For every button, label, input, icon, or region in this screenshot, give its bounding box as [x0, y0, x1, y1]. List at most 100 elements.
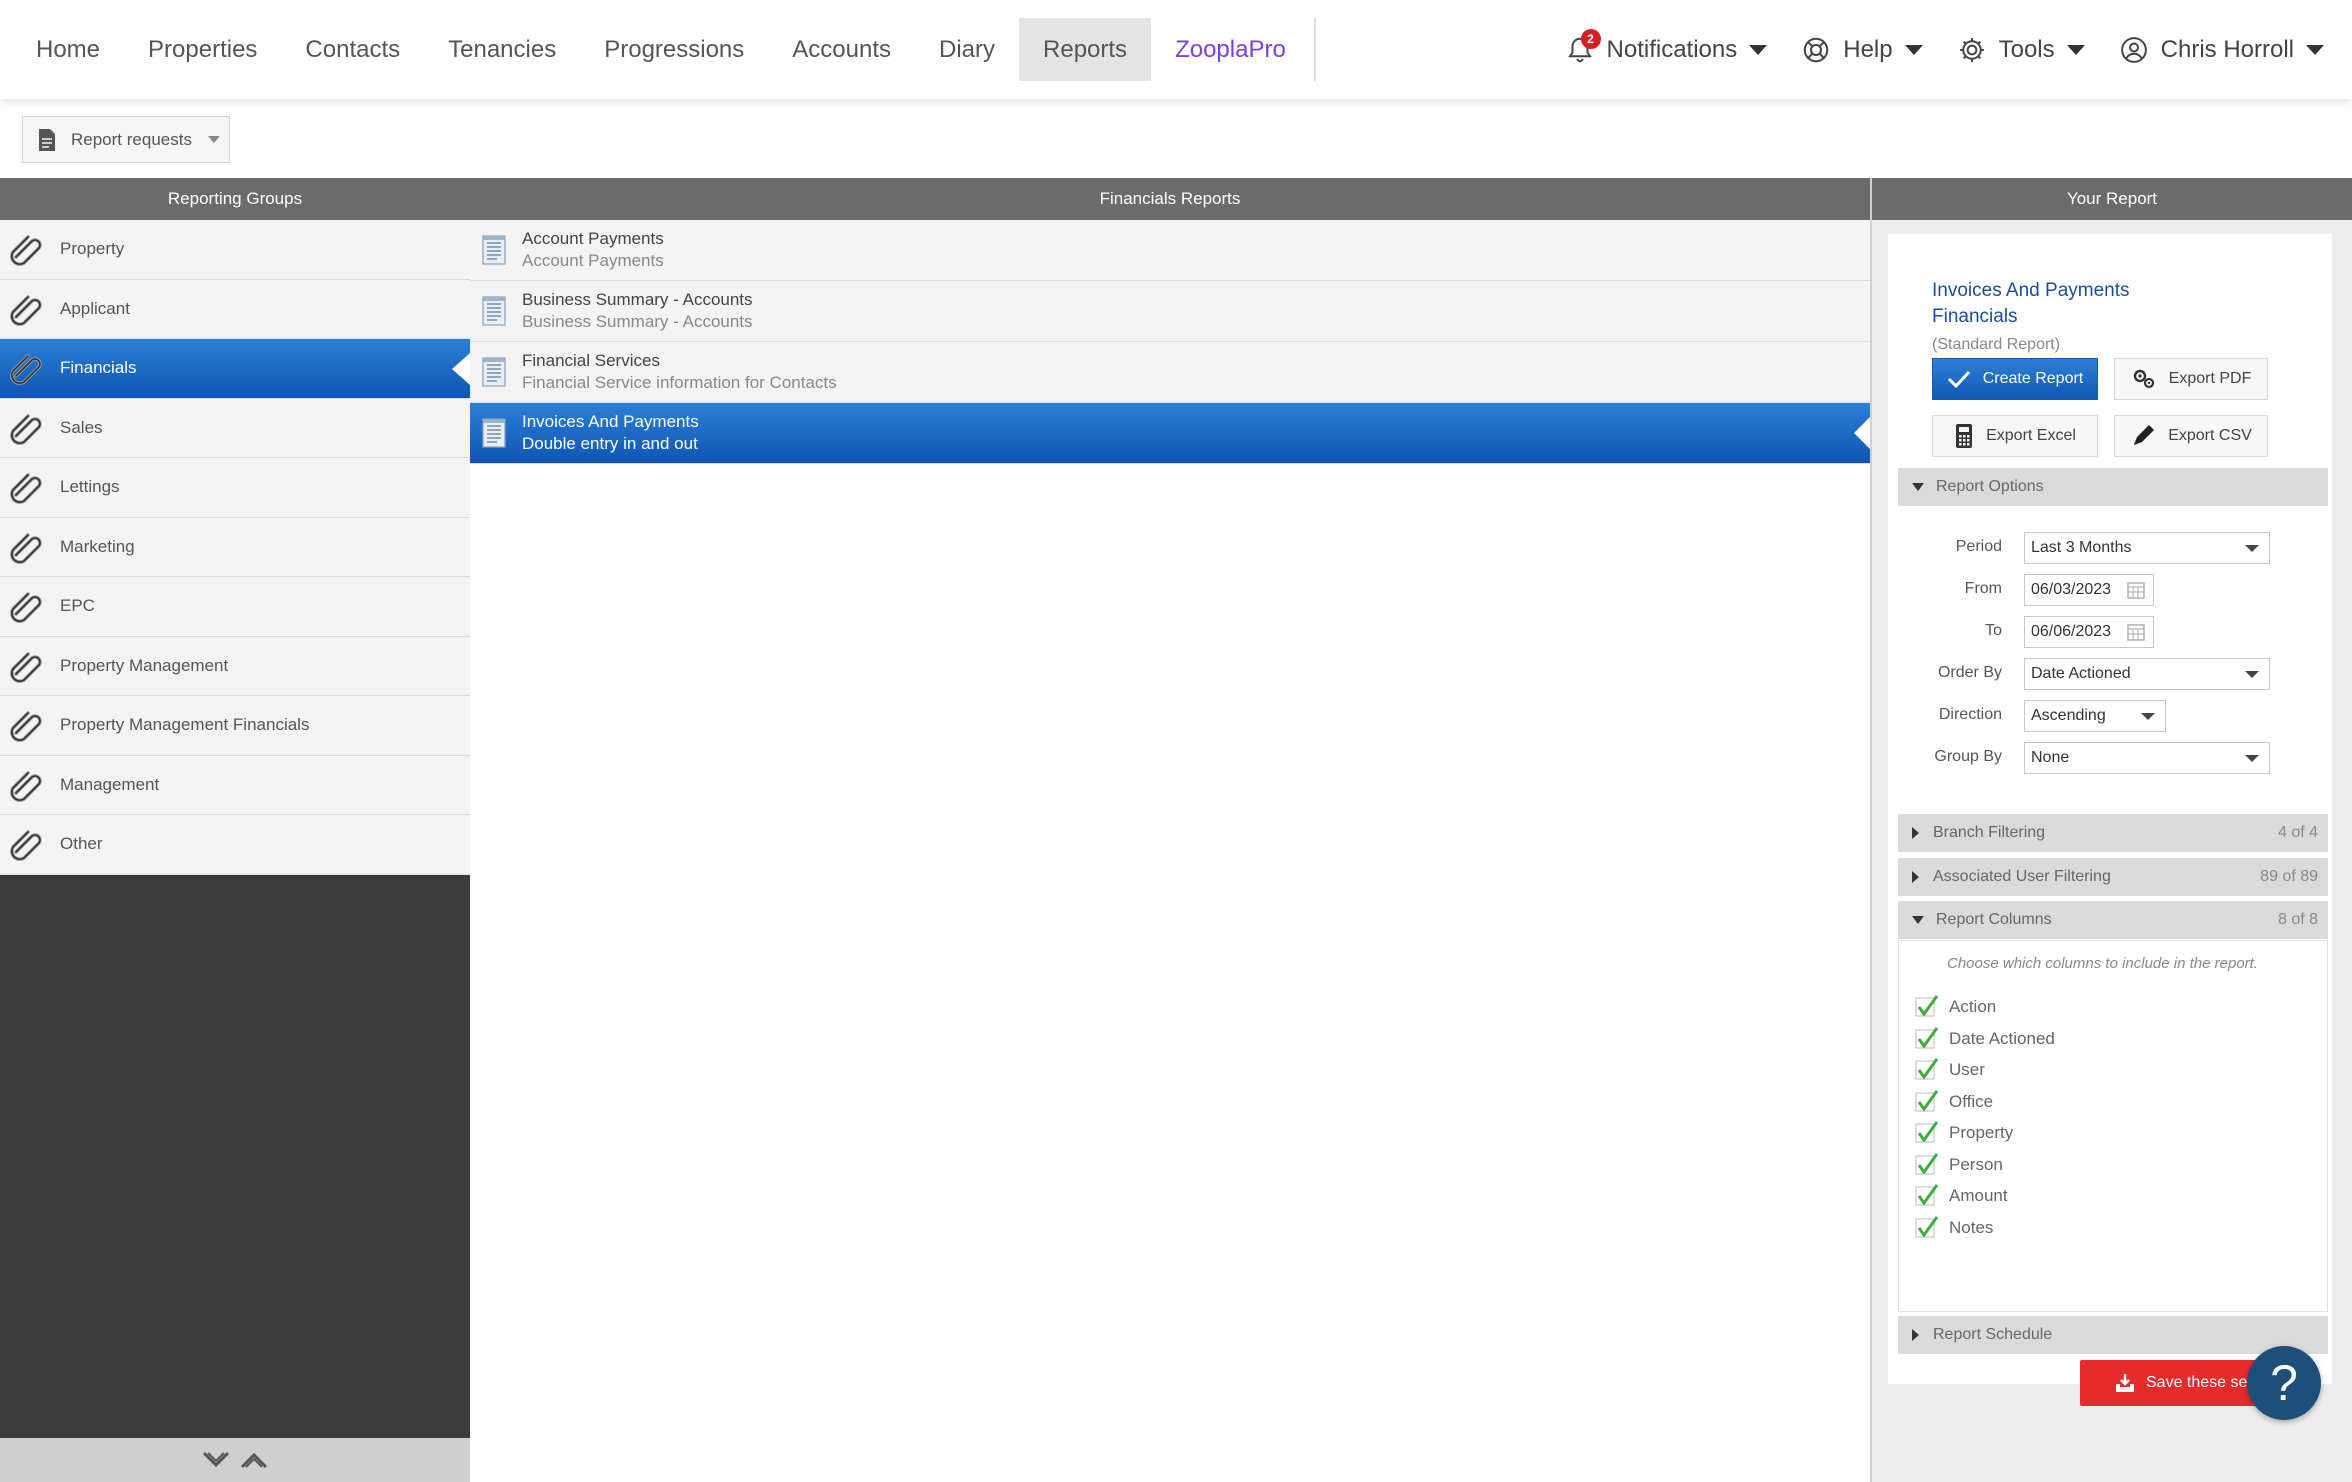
export-csv-button[interactable]: Export CSV [2114, 415, 2268, 457]
from-date-input[interactable]: 06/03/2023 [2024, 574, 2154, 606]
tools-label: Tools [1998, 35, 2055, 63]
report-requests-label: Report requests [71, 129, 192, 149]
group-item-epc[interactable]: EPC [0, 577, 470, 637]
chevron-down-icon [2245, 544, 2259, 552]
paperclip-icon [10, 652, 42, 683]
nav-diary[interactable]: Diary [915, 18, 1019, 81]
group-item-financials[interactable]: Financials [0, 339, 470, 399]
column-checkbox-notes[interactable]: Notes [1915, 1215, 1993, 1240]
nav-home[interactable]: Home [12, 18, 124, 81]
group-item-property[interactable]: Property [0, 220, 470, 280]
nav-contacts[interactable]: Contacts [281, 18, 424, 81]
report-document-icon [482, 235, 506, 265]
notifications-menu[interactable]: 2 Notifications [1565, 28, 1768, 65]
caret-down-icon [1912, 483, 1924, 491]
direction-select[interactable]: Ascending [2024, 700, 2166, 732]
column-checkbox-person[interactable]: Person [1915, 1152, 2003, 1177]
checkbox-checked-icon [1915, 1152, 1939, 1175]
report-item-account-payments[interactable]: Account Payments Account Payments [470, 220, 1870, 281]
nav-reports[interactable]: Reports [1019, 18, 1152, 81]
paperclip-icon [10, 533, 42, 564]
your-report-header: Your Report [1870, 178, 2352, 220]
reports-list: Account Payments Account Payments Business… [470, 220, 1870, 464]
checkmark-icon [1947, 370, 1970, 389]
checkbox-checked-icon [1915, 1089, 1939, 1112]
paperclip-icon [10, 354, 42, 386]
group-label: Management [60, 774, 160, 794]
report-item-text: Business Summary - Accounts Business Summ… [522, 289, 753, 333]
report-schedule-label: Report Schedule [1933, 1326, 2053, 1343]
caret-right-icon [1912, 1329, 1919, 1341]
collapse-all-icon[interactable] [239, 1449, 269, 1471]
report-columns-list: Choose which columns to include in the r… [1898, 940, 2328, 1312]
from-date-value: 06/03/2023 [2031, 581, 2112, 598]
column-label: Office [1949, 1091, 1994, 1111]
tools-menu[interactable]: Tools [1957, 35, 2085, 65]
to-date-input[interactable]: 06/06/2023 [2024, 616, 2154, 648]
period-select[interactable]: Last 3 Months [2024, 532, 2270, 564]
group-item-management[interactable]: Management [0, 755, 470, 815]
report-item-financial-services[interactable]: Financial Services Financial Service info… [470, 342, 1870, 403]
report-schedule-section-toggle[interactable]: Report Schedule [1898, 1316, 2328, 1354]
column-label: Person [1949, 1154, 2003, 1174]
group-item-applicant[interactable]: Applicant [0, 279, 470, 339]
branch-filtering-count: 4 of 4 [2277, 824, 2318, 841]
report-item-text: Account Payments Account Payments [522, 228, 664, 272]
user-name: Chris Horroll [2160, 35, 2294, 63]
gears-icon [2133, 369, 2154, 389]
report-requests-dropdown[interactable]: Report requests [22, 116, 230, 163]
export-pdf-button[interactable]: Export PDF [2114, 358, 2268, 400]
create-report-button[interactable]: Create Report [1932, 358, 2098, 400]
report-options-section-toggle[interactable]: Report Options [1898, 468, 2328, 506]
report-columns-section-toggle[interactable]: Report Columns 8 of 8 [1898, 901, 2328, 939]
group-by-value: None [2031, 749, 2070, 766]
export-excel-label: Export Excel [1986, 427, 2076, 444]
column-label: User [1949, 1060, 1985, 1079]
create-report-label: Create Report [1982, 370, 2084, 387]
checkbox-checked-icon [1915, 1215, 1939, 1238]
column-label: Property [1949, 1123, 2014, 1142]
column-checkbox-amount[interactable]: Amount [1915, 1184, 2008, 1208]
reporting-groups-header: Reporting Groups [0, 178, 470, 220]
export-excel-button[interactable]: Export Excel [1932, 415, 2098, 457]
group-item-other[interactable]: Other [0, 815, 470, 875]
group-item-property-management[interactable]: Property Management [0, 636, 470, 696]
column-checkbox-date-actioned[interactable]: Date Actioned [1915, 1026, 2055, 1051]
user-filtering-label: Associated User Filtering [1933, 868, 2111, 885]
group-label: Marketing [60, 536, 135, 556]
paperclip-icon [10, 711, 42, 743]
column-checkbox-property[interactable]: Property [1915, 1121, 2013, 1145]
group-by-select[interactable]: None [2024, 742, 2270, 774]
calendar-icon[interactable] [2127, 581, 2145, 599]
order-by-select[interactable]: Date Actioned [2024, 658, 2270, 690]
group-item-marketing[interactable]: Marketing [0, 517, 470, 577]
report-item-title: Invoices And Payments [522, 412, 699, 431]
calendar-icon[interactable] [2127, 623, 2145, 641]
user-menu[interactable]: Chris Horroll [2119, 35, 2324, 65]
top-navigation: Home Properties Contacts Tenancies Progr… [0, 0, 2352, 99]
main-menu: Home Properties Contacts Tenancies Progr… [12, 18, 1316, 81]
group-item-property-management-financials[interactable]: Property Management Financials [0, 696, 470, 756]
report-item-invoices-and-payments[interactable]: Invoices And Payments Double entry in and… [470, 403, 1870, 464]
nav-tenancies[interactable]: Tenancies [424, 18, 580, 81]
column-checkbox-office[interactable]: Office [1915, 1089, 1994, 1114]
branch-filtering-section-toggle[interactable]: Branch Filtering 4 of 4 [1898, 814, 2328, 852]
help-fab-button[interactable]: ? [2247, 1346, 2321, 1420]
report-item-business-summary-accounts[interactable]: Business Summary - Accounts Business Summ… [470, 281, 1870, 342]
column-checkbox-user[interactable]: User [1915, 1058, 1985, 1082]
column-checkbox-action[interactable]: Action [1915, 995, 1996, 1019]
user-filtering-section-toggle[interactable]: Associated User Filtering 89 of 89 [1898, 858, 2328, 896]
report-columns-hint: Choose which columns to include in the r… [1947, 955, 2259, 972]
nav-accounts[interactable]: Accounts [768, 18, 915, 81]
caret-right-icon [1912, 827, 1919, 839]
column-label: Amount [1949, 1186, 2008, 1205]
group-item-lettings[interactable]: Lettings [0, 458, 470, 518]
expand-all-icon[interactable] [201, 1449, 231, 1471]
nav-properties[interactable]: Properties [124, 18, 281, 81]
report-title: Invoices And Payments Financials [1932, 278, 2130, 330]
group-item-sales[interactable]: Sales [0, 398, 470, 458]
help-menu[interactable]: Help [1801, 35, 1923, 65]
chevron-down-icon [1904, 44, 1923, 55]
nav-zooplapro[interactable]: ZooplaPro [1151, 18, 1310, 81]
nav-progressions[interactable]: Progressions [580, 18, 768, 81]
